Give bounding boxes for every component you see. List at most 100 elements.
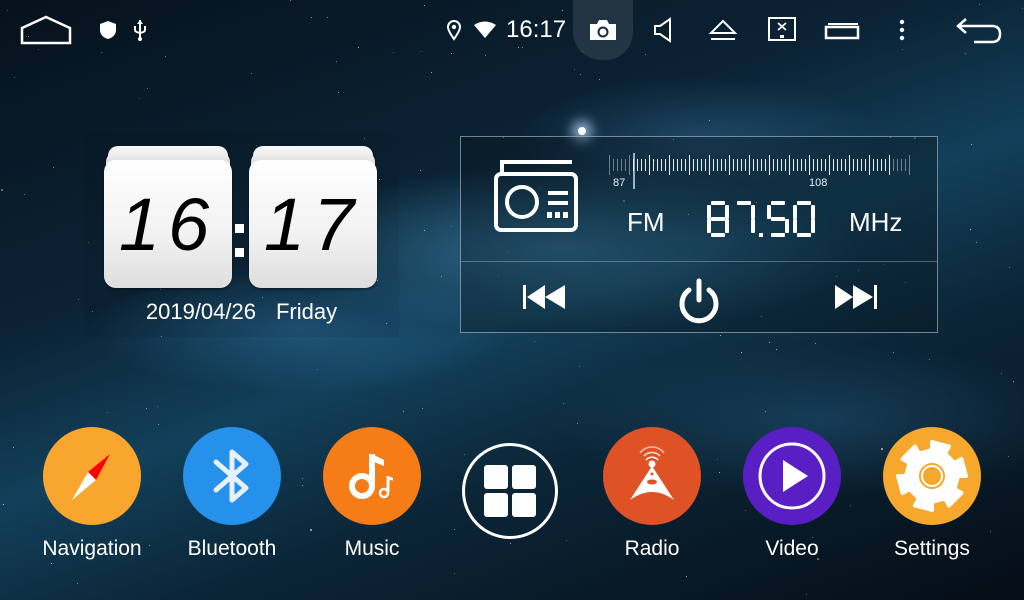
star bbox=[14, 77, 15, 78]
app-label: Settings bbox=[894, 537, 970, 560]
scale-tick bbox=[701, 159, 702, 171]
star bbox=[815, 343, 816, 344]
scale-tick bbox=[849, 155, 850, 175]
scale-tick bbox=[869, 155, 870, 175]
radio-tower-icon bbox=[630, 446, 674, 500]
scale-tick bbox=[845, 159, 846, 171]
star bbox=[139, 98, 140, 99]
star bbox=[147, 88, 148, 89]
wifi-icon bbox=[474, 21, 496, 38]
next-button[interactable] bbox=[827, 277, 883, 317]
frequency-digit bbox=[793, 201, 815, 237]
scale-tick bbox=[613, 159, 614, 171]
scale-tick bbox=[637, 159, 638, 171]
clock-weekday: Friday bbox=[275, 299, 338, 324]
scale-tick bbox=[665, 159, 666, 171]
settings-app-icon-bg bbox=[883, 427, 981, 525]
gear-icon bbox=[896, 440, 968, 512]
scale-tick bbox=[669, 155, 670, 175]
scale-tick bbox=[693, 159, 694, 171]
star bbox=[893, 352, 894, 353]
home-button[interactable] bbox=[20, 14, 72, 46]
scale-tick bbox=[681, 159, 682, 171]
scale-tick bbox=[621, 159, 622, 171]
star bbox=[1008, 456, 1009, 457]
screen-off-icon bbox=[768, 17, 796, 41]
location-status bbox=[444, 18, 464, 42]
app-label: Video bbox=[765, 537, 819, 560]
scale-tick bbox=[857, 159, 858, 171]
star bbox=[424, 230, 425, 231]
scale-tick bbox=[817, 159, 818, 171]
star bbox=[107, 412, 108, 413]
star bbox=[534, 341, 535, 342]
scale-tick bbox=[697, 159, 698, 171]
star bbox=[686, 576, 687, 577]
radio-frequency bbox=[705, 199, 817, 239]
scale-tick bbox=[753, 159, 754, 171]
app-radio[interactable]: Radio bbox=[582, 427, 722, 561]
more-icon bbox=[899, 19, 905, 41]
scale-tick bbox=[661, 159, 662, 171]
app-video[interactable]: Video bbox=[722, 427, 862, 561]
scale-tick bbox=[673, 159, 674, 171]
star bbox=[53, 167, 54, 168]
clock-hours: 16 bbox=[118, 182, 218, 266]
app-navigation[interactable]: Navigation bbox=[22, 427, 162, 561]
frequency-scale[interactable] bbox=[609, 155, 915, 177]
clock-widget[interactable]: 16 17 2019/04/26 Friday bbox=[84, 132, 399, 337]
radio-app-button[interactable] bbox=[494, 157, 582, 238]
home-icon bbox=[20, 15, 72, 45]
volume-icon bbox=[654, 17, 671, 43]
scale-tick bbox=[769, 155, 770, 175]
all-apps-button[interactable] bbox=[462, 443, 558, 539]
more-button[interactable] bbox=[894, 14, 910, 46]
back-button[interactable] bbox=[952, 14, 1004, 46]
star bbox=[776, 349, 777, 350]
app-settings[interactable]: Settings bbox=[862, 427, 1002, 561]
scale-tick bbox=[713, 159, 714, 171]
scale-tick bbox=[797, 159, 798, 171]
app-label: Bluetooth bbox=[187, 537, 277, 560]
star bbox=[929, 359, 930, 360]
video-app-icon-bg bbox=[743, 427, 841, 525]
radio-widget[interactable]: 87 108 FM MHz bbox=[460, 136, 938, 333]
apps-grid-icon bbox=[484, 465, 536, 517]
scale-tick bbox=[809, 155, 810, 175]
bluetooth-app-icon-bg bbox=[183, 427, 281, 525]
star bbox=[441, 276, 442, 277]
screenshot-button[interactable] bbox=[586, 16, 620, 44]
status-bar: 16:17 bbox=[0, 0, 1024, 60]
star bbox=[420, 170, 421, 171]
navigation-app-icon-bg bbox=[43, 427, 141, 525]
star bbox=[720, 335, 721, 336]
scale-tick bbox=[909, 155, 910, 175]
star bbox=[580, 74, 581, 75]
recent-apps-button[interactable] bbox=[822, 16, 862, 44]
star bbox=[77, 583, 78, 584]
usb-status bbox=[130, 18, 150, 42]
previous-button[interactable] bbox=[517, 277, 573, 317]
scale-tick bbox=[761, 159, 762, 171]
scale-max-label: 108 bbox=[809, 177, 828, 189]
scale-tick bbox=[733, 159, 734, 171]
screen-off-button[interactable] bbox=[766, 14, 798, 44]
star bbox=[146, 408, 147, 409]
scale-tick bbox=[885, 159, 886, 171]
scale-tick bbox=[889, 155, 890, 175]
clock-colon bbox=[233, 218, 245, 264]
frequency-digit bbox=[737, 201, 755, 233]
scale-tick bbox=[793, 159, 794, 171]
scale-tick bbox=[821, 159, 822, 171]
star bbox=[709, 120, 710, 121]
scale-tick bbox=[721, 159, 722, 171]
scale-tick bbox=[829, 155, 830, 175]
power-button[interactable] bbox=[673, 275, 725, 327]
app-bluetooth[interactable]: Bluetooth bbox=[162, 427, 302, 561]
eject-button[interactable] bbox=[707, 16, 739, 44]
scale-tick bbox=[881, 159, 882, 171]
volume-button[interactable] bbox=[650, 14, 676, 46]
star bbox=[971, 144, 972, 145]
star bbox=[157, 406, 158, 407]
app-music[interactable]: Music bbox=[302, 427, 442, 561]
